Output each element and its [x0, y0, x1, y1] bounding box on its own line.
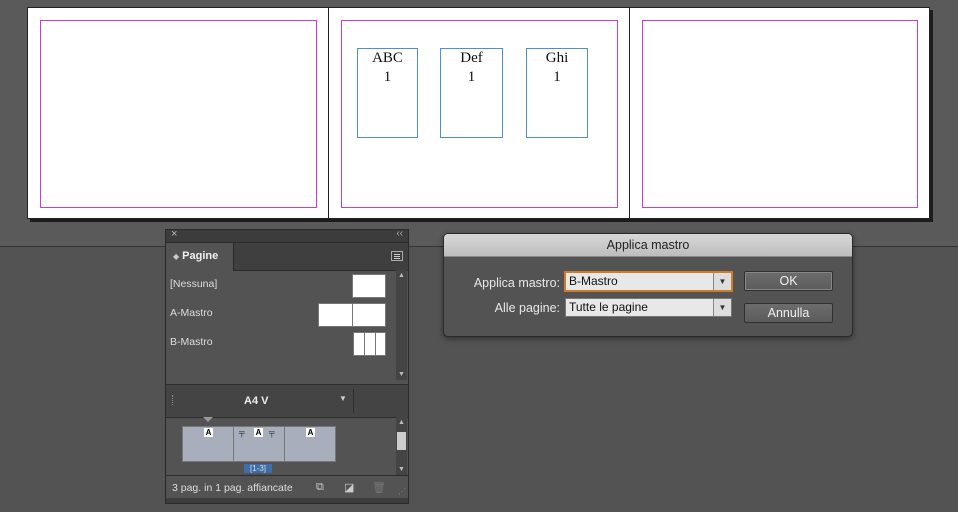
- panel-status-bar: 3 pag. in 1 pag. affiancate ⧉ ◪ 🗑 ⋰: [166, 475, 408, 498]
- scroll-up-icon[interactable]: ▲: [398, 419, 405, 426]
- text-frame-abc[interactable]: ABC 1: [357, 48, 418, 138]
- frame-title: ABC: [372, 50, 403, 66]
- frame-page-number: 1: [467, 69, 476, 85]
- masters-list: [Nessuna] A-Mastro B-Mastro: [166, 270, 396, 380]
- panel-menu-icon[interactable]: [391, 251, 403, 261]
- scroll-down-icon[interactable]: ▼: [398, 371, 405, 378]
- apply-master-dialog[interactable]: Applica mastro Applica mastro: B-Mastro …: [443, 233, 853, 337]
- page-1[interactable]: [27, 7, 329, 219]
- frame-title: Def: [460, 50, 483, 66]
- trash-icon[interactable]: 🗑: [372, 481, 386, 494]
- scroll-thumb[interactable]: [397, 432, 406, 450]
- divider: [353, 389, 354, 413]
- override-icon: ╤: [239, 428, 245, 437]
- pages-select-value: Tutte le pagine: [569, 300, 648, 314]
- pages-scrollbar[interactable]: ▲ ▼: [396, 417, 407, 475]
- pages-panel[interactable]: × ‹‹ ◆ Pagine [Nessuna] A-Mastro B-Mastro…: [165, 228, 409, 504]
- margin-guide: [642, 20, 918, 208]
- dialog-title: Applica mastro: [444, 234, 852, 257]
- pages-select[interactable]: Tutte le pagine ▼: [565, 298, 732, 317]
- panel-title-bar[interactable]: × ‹‹: [166, 228, 408, 243]
- frame-page-number: 1: [553, 69, 561, 85]
- master-item-none[interactable]: [Nessuna]: [170, 278, 217, 290]
- master-thumb-none[interactable]: [352, 274, 386, 298]
- panel-tab-row: ◆ Pagine: [166, 243, 408, 271]
- edit-page-size-icon[interactable]: ⧉: [316, 481, 324, 494]
- master-badge: A: [204, 428, 213, 437]
- pages-label: Alle pagine:: [494, 301, 560, 315]
- override-icon: ╤: [269, 428, 275, 437]
- resize-grip-icon[interactable]: ⋰: [398, 487, 406, 496]
- frame-page-number: 1: [383, 69, 392, 85]
- close-icon[interactable]: ×: [171, 228, 177, 240]
- masters-scrollbar[interactable]: ▲ ▼: [396, 270, 407, 380]
- master-item-a[interactable]: A-Mastro: [170, 307, 213, 319]
- page-thumb-3[interactable]: A: [284, 426, 336, 462]
- document-spread[interactable]: ABC 1 Def 1 Ghi 1: [27, 7, 930, 219]
- page-thumb-1[interactable]: A: [182, 426, 234, 462]
- master-thumb-a[interactable]: [318, 303, 386, 327]
- text-frame-ghi[interactable]: Ghi 1: [526, 48, 588, 138]
- spread-page-range: [1-3]: [244, 464, 272, 473]
- expand-arrows-icon[interactable]: ◆: [173, 252, 179, 261]
- text-frame-def[interactable]: Def 1: [440, 48, 503, 138]
- chevron-down-icon[interactable]: ▼: [713, 299, 731, 316]
- page-count-status: 3 pag. in 1 pag. affiancate: [172, 482, 293, 494]
- dropdown-arrow-icon[interactable]: ▼: [339, 394, 347, 403]
- master-thumb-b[interactable]: [353, 332, 386, 356]
- drag-grip-icon[interactable]: [172, 395, 175, 405]
- scroll-down-icon[interactable]: ▼: [398, 466, 405, 473]
- master-select[interactable]: B-Mastro ▼: [565, 272, 732, 291]
- page-size-select[interactable]: A4 V: [244, 395, 268, 407]
- page-2[interactable]: ABC 1 Def 1 Ghi 1: [328, 7, 630, 219]
- margin-guide: [40, 20, 317, 208]
- page-size-row[interactable]: A4 V ▼: [166, 384, 408, 418]
- cancel-button[interactable]: Annulla: [744, 303, 833, 323]
- scroll-up-icon[interactable]: ▲: [398, 272, 405, 279]
- master-badge: A: [254, 428, 263, 437]
- chevron-down-icon[interactable]: ▼: [713, 273, 731, 290]
- panel-bottom-edge: [166, 498, 408, 503]
- apply-master-label: Applica mastro:: [473, 276, 560, 290]
- page-thumb-2[interactable]: ╤ A ╤: [233, 426, 285, 462]
- pages-list[interactable]: A ╤ A ╤ A [1-3]: [166, 417, 396, 475]
- page-3[interactable]: [629, 7, 930, 219]
- spread-marker-icon: [203, 417, 213, 422]
- tab-pages[interactable]: ◆ Pagine: [166, 243, 234, 271]
- new-page-icon[interactable]: ◪: [344, 481, 354, 494]
- master-select-value: B-Mastro: [569, 274, 618, 288]
- ok-button[interactable]: OK: [744, 271, 833, 291]
- master-item-b[interactable]: B-Mastro: [170, 336, 213, 348]
- tab-label: Pagine: [182, 250, 219, 262]
- frame-title: Ghi: [545, 50, 569, 66]
- master-badge: A: [306, 428, 315, 437]
- collapse-icon[interactable]: ‹‹: [396, 228, 403, 239]
